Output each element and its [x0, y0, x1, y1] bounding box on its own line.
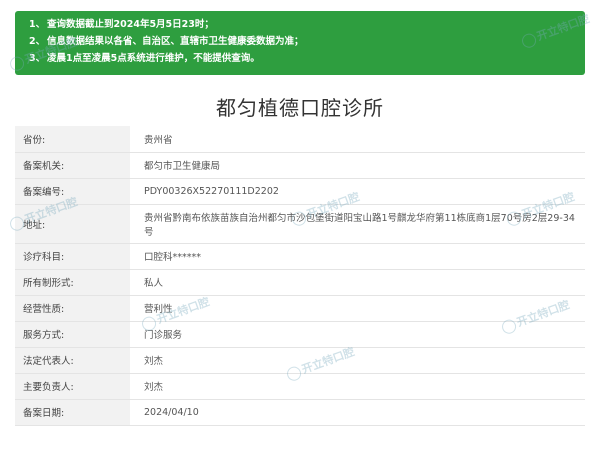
table-row: 诊疗科目: 口腔科****** [15, 243, 585, 270]
service-mode-value: 门诊服务 [130, 321, 585, 348]
address-label: 地址: [15, 204, 130, 244]
table-row: 省份: 贵州省 [15, 126, 585, 153]
service-mode-label: 服务方式: [15, 321, 130, 348]
table-row: 经营性质: 营利性 [15, 295, 585, 322]
table-row: 法定代表人: 刘杰 [15, 347, 585, 374]
table-row: 备案日期: 2024/04/10 [15, 399, 585, 426]
filing-authority-value: 都匀市卫生健康局 [130, 152, 585, 179]
filing-date-label: 备案日期: [15, 399, 130, 426]
principal-value: 刘杰 [130, 373, 585, 400]
business-nature-value: 营利性 [130, 295, 585, 322]
departments-value: 口腔科****** [130, 243, 585, 270]
table-row: 服务方式: 门诊服务 [15, 321, 585, 348]
departments-label: 诊疗科目: [15, 243, 130, 270]
province-value: 贵州省 [130, 126, 585, 153]
filing-authority-label: 备案机关: [15, 152, 130, 179]
ownership-label: 所有制形式: [15, 269, 130, 296]
table-row: 备案编号: PDY00326X52270111D2202 [15, 178, 585, 205]
table-row: 备案机关: 都匀市卫生健康局 [15, 152, 585, 179]
notice-banner: 1、 查询数据截止到2024年5月5日23时； 2、 信息数据结果以各省、自治区、直… [15, 11, 585, 75]
principal-label: 主要负责人: [15, 373, 130, 400]
ownership-value: 私人 [130, 269, 585, 296]
filing-number-label: 备案编号: [15, 178, 130, 205]
page-title: 都匀植德口腔诊所 [216, 96, 384, 120]
legal-rep-value: 刘杰 [130, 347, 585, 374]
info-table: 省份: 贵州省 备案机关: 都匀市卫生健康局 备案编号: PDY00326X52… [15, 126, 585, 426]
address-value: 贵州省黔南布依族苗族自治州都匀市沙包堡街道阳宝山路1号麒龙华府第11栋底商1层7… [130, 204, 585, 244]
business-nature-label: 经营性质: [15, 295, 130, 322]
notice-item: 1、 查询数据截止到2024年5月5日23时； [29, 19, 214, 30]
filing-date-value: 2024/04/10 [130, 399, 585, 426]
legal-rep-label: 法定代表人: [15, 347, 130, 374]
table-row: 地址: 贵州省黔南布依族苗族自治州都匀市沙包堡街道阳宝山路1号麒龙华府第11栋底… [15, 204, 585, 244]
filing-number-value: PDY00326X52270111D2202 [130, 178, 585, 205]
notice-item: 3、 凌晨1点至凌晨5点系统进行维护，不能提供查询。 [29, 53, 260, 64]
table-row: 主要负责人: 刘杰 [15, 373, 585, 400]
table-row: 所有制形式: 私人 [15, 269, 585, 296]
notice-item: 2、 信息数据结果以各省、自治区、直辖市卫生健康委数据为准； [29, 36, 304, 47]
province-label: 省份: [15, 126, 130, 153]
